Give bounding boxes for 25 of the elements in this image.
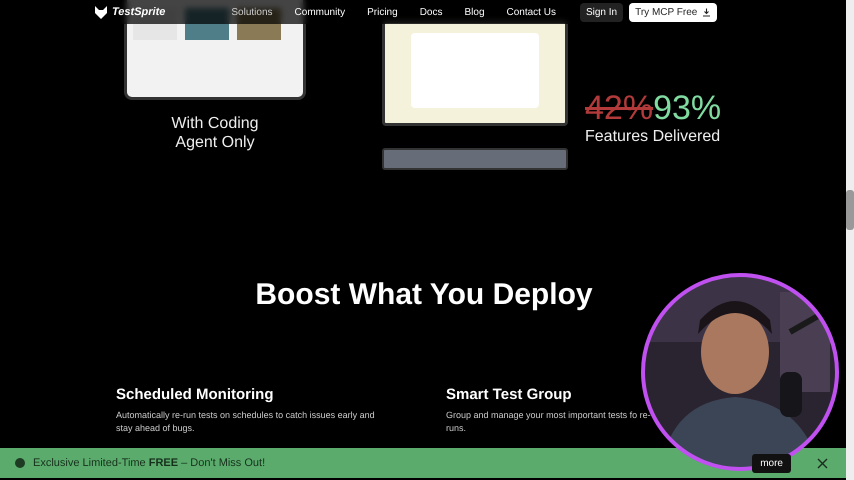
old-stat: 42% (585, 88, 654, 128)
try-free-button[interactable]: Try MCP Free (629, 2, 718, 22)
feature-description: Group and manage your most important tests fo re-runs. (446, 409, 651, 435)
nav-link[interactable]: Community (294, 6, 346, 18)
more-button[interactable]: more (752, 454, 791, 472)
nav-link[interactable]: Docs (420, 6, 442, 18)
close-icon[interactable] (817, 458, 828, 468)
feature-title: Smart Test Group (446, 386, 573, 403)
fox-logo-icon (94, 6, 108, 18)
feature-description: Automatically re-run tests on schedules to catch issues early and stay ahead of bugs. (116, 409, 376, 435)
badge-icon (15, 458, 25, 468)
download-icon (702, 8, 712, 16)
nav-link[interactable]: Solutions (231, 6, 273, 18)
scrollbar[interactable] (846, 0, 854, 480)
logo-text[interactable]: TestSprite (112, 6, 166, 18)
nav-link[interactable]: Blog (464, 6, 484, 18)
section-heading: Boost What You Deploy (254, 278, 594, 312)
feature-title: Scheduled Monitoring (116, 386, 274, 403)
stat-label: Features Delivered (585, 128, 722, 146)
sign-in-button[interactable]: Sign In (580, 2, 624, 22)
promo-text: Exclusive Limited-Time FREE – Don't Miss Out! (33, 457, 266, 469)
nav-link[interactable]: Pricing (367, 6, 398, 18)
nav-link[interactable]: Contact Us (506, 6, 556, 18)
caption: With Coding Agent Only (170, 114, 260, 152)
new-stat: 93% (653, 88, 722, 128)
